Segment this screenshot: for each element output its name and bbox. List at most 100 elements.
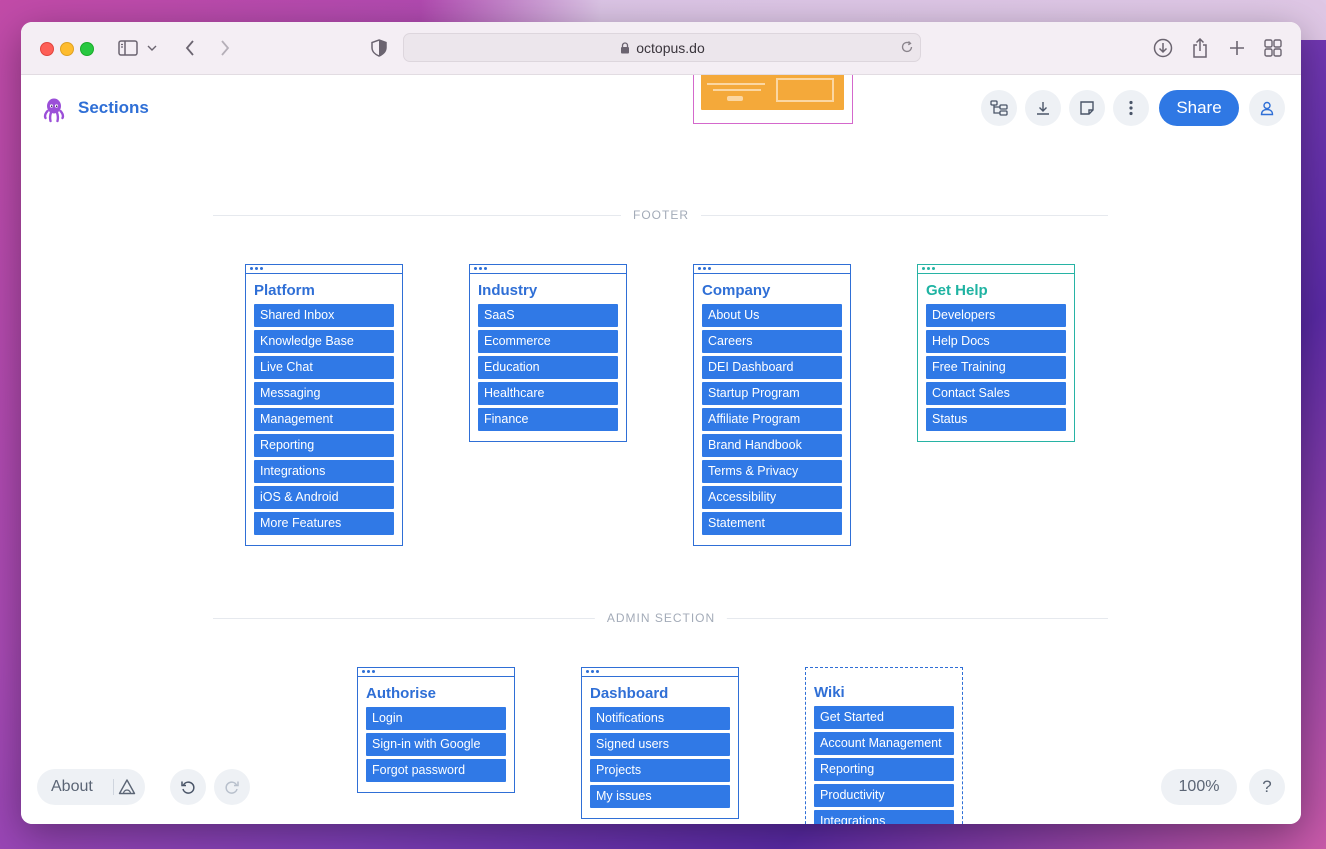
about-button[interactable]: About	[51, 778, 93, 796]
page-block-accessibility[interactable]: Accessibility	[702, 486, 842, 509]
card-item-list: Notifications Signed users Projects My issu…	[582, 707, 738, 818]
page-block-statement[interactable]: Statement	[702, 512, 842, 535]
card-header-bar[interactable]	[918, 265, 1074, 274]
help-button[interactable]: ?	[1249, 769, 1285, 805]
page-block-shared-inbox[interactable]: Shared Inbox	[254, 304, 394, 327]
page-block-healthcare[interactable]: Healthcare	[478, 382, 618, 405]
card-title[interactable]: Dashboard	[582, 677, 738, 707]
card-title[interactable]: Authorise	[358, 677, 514, 707]
page-block-get-started[interactable]: Get Started	[814, 706, 954, 729]
page-block-live-chat[interactable]: Live Chat	[254, 356, 394, 379]
page-block-ios-and-android[interactable]: iOS & Android	[254, 486, 394, 509]
section-card-company[interactable]: Company About Us Careers DEI Dashboard Start…	[693, 264, 851, 546]
page-block-forgot-password[interactable]: Forgot password	[366, 759, 506, 782]
card-header-bar[interactable]	[582, 668, 738, 677]
user-account-button[interactable]	[1249, 90, 1285, 126]
redo-button[interactable]	[214, 769, 250, 805]
card-title[interactable]: Platform	[246, 274, 402, 304]
page-block-affiliate-program[interactable]: Affiliate Program	[702, 408, 842, 431]
share-button[interactable]: Share	[1159, 90, 1239, 126]
page-block-saas[interactable]: SaaS	[478, 304, 618, 327]
minimize-window-button[interactable]	[60, 42, 74, 56]
download-icon[interactable]	[1151, 36, 1175, 60]
card-title[interactable]: Company	[694, 274, 850, 304]
section-card-dashboard[interactable]: Dashboard Notifications Signed users Projec…	[581, 667, 739, 819]
card-item-list: About Us Careers DEI Dashboard Startup Prog…	[694, 304, 850, 545]
tab-overview-icon[interactable]	[1261, 36, 1285, 60]
page-block-reporting[interactable]: Reporting	[814, 758, 954, 781]
page-block-dei-dashboard[interactable]: DEI Dashboard	[702, 356, 842, 379]
sitemap-view-button[interactable]	[981, 90, 1017, 126]
card-header-bar[interactable]	[358, 668, 514, 677]
page-block-contact-sales[interactable]: Contact Sales	[926, 382, 1066, 405]
card-menu-icon[interactable]	[698, 267, 711, 270]
page-block-careers[interactable]: Careers	[702, 330, 842, 353]
card-menu-icon[interactable]	[922, 267, 935, 270]
card-menu-icon[interactable]	[250, 267, 263, 270]
back-icon[interactable]	[178, 36, 202, 60]
section-card-get-help[interactable]: Get Help Developers Help Docs Free Training…	[917, 264, 1075, 442]
shield-icon[interactable]	[367, 36, 391, 60]
zoom-window-button[interactable]	[80, 42, 94, 56]
page-block-finance[interactable]: Finance	[478, 408, 618, 431]
page-block-account-management[interactable]: Account Management	[814, 732, 954, 755]
page-block-developers[interactable]: Developers	[926, 304, 1066, 327]
page-block-brand-handbook[interactable]: Brand Handbook	[702, 434, 842, 457]
card-menu-icon[interactable]	[362, 670, 375, 673]
card-header-bar[interactable]	[806, 668, 962, 676]
card-menu-icon[interactable]	[474, 267, 487, 270]
page-block-ecommerce[interactable]: Ecommerce	[478, 330, 618, 353]
page-block-sign-in-with-google[interactable]: Sign-in with Google	[366, 733, 506, 756]
page-block-help-docs[interactable]: Help Docs	[926, 330, 1066, 353]
section-card-platform[interactable]: Platform Shared Inbox Knowledge Base Live C…	[245, 264, 403, 546]
zoom-level-button[interactable]: 100%	[1161, 769, 1237, 805]
page-block-management[interactable]: Management	[254, 408, 394, 431]
page-block-login[interactable]: Login	[366, 707, 506, 730]
page-block-integrations[interactable]: Integrations	[254, 460, 394, 483]
page-block-reporting[interactable]: Reporting	[254, 434, 394, 457]
share-sheet-icon[interactable]	[1188, 36, 1212, 60]
page-block-integrations[interactable]: Integrations	[814, 810, 954, 824]
download-icon	[1037, 102, 1049, 115]
more-options-button[interactable]	[1113, 90, 1149, 126]
new-tab-icon[interactable]	[1225, 36, 1249, 60]
section-card-authorise[interactable]: Authorise Login Sign-in with Google Forgot …	[357, 667, 515, 793]
card-header-bar[interactable]	[246, 265, 402, 274]
forward-icon[interactable]	[213, 36, 237, 60]
page-block-messaging[interactable]: Messaging	[254, 382, 394, 405]
page-block-more-features[interactable]: More Features	[254, 512, 394, 535]
page-block-my-issues[interactable]: My issues	[590, 785, 730, 808]
alert-icon[interactable]	[118, 778, 136, 796]
page-block-education[interactable]: Education	[478, 356, 618, 379]
page-block-signed-users[interactable]: Signed users	[590, 733, 730, 756]
page-block-status[interactable]: Status	[926, 408, 1066, 431]
page-thumbnail[interactable]	[693, 75, 853, 124]
reload-icon[interactable]	[900, 40, 914, 54]
undo-button[interactable]	[170, 769, 206, 805]
card-title[interactable]: Get Help	[918, 274, 1074, 304]
page-block-projects[interactable]: Projects	[590, 759, 730, 782]
card-header-bar[interactable]	[694, 265, 850, 274]
page-block-terms-and-privacy[interactable]: Terms & Privacy	[702, 460, 842, 483]
section-card-wiki[interactable]: Wiki Get Started Account Management Reporti…	[805, 667, 963, 824]
section-card-industry[interactable]: Industry SaaS Ecommerce Education Healthcare…	[469, 264, 627, 442]
card-header-bar[interactable]	[470, 265, 626, 274]
about-control: About	[37, 769, 145, 805]
chevron-down-icon[interactable]	[145, 36, 159, 60]
footer-section-label: FOOTER	[621, 208, 701, 222]
card-title[interactable]: Wiki	[806, 676, 962, 706]
card-menu-icon[interactable]	[586, 670, 599, 673]
page-block-startup-program[interactable]: Startup Program	[702, 382, 842, 405]
notes-button[interactable]	[1069, 90, 1105, 126]
page-block-productivity[interactable]: Productivity	[814, 784, 954, 807]
page-block-about-us[interactable]: About Us	[702, 304, 842, 327]
page-block-knowledge-base[interactable]: Knowledge Base	[254, 330, 394, 353]
sidebar-toggle-icon[interactable]	[116, 36, 140, 60]
close-window-button[interactable]	[40, 42, 54, 56]
card-item-list: Shared Inbox Knowledge Base Live Chat Messa…	[246, 304, 402, 545]
card-title[interactable]: Industry	[470, 274, 626, 304]
page-block-notifications[interactable]: Notifications	[590, 707, 730, 730]
address-bar[interactable]: octopus.do	[403, 33, 921, 62]
export-button[interactable]	[1025, 90, 1061, 126]
page-block-free-training[interactable]: Free Training	[926, 356, 1066, 379]
